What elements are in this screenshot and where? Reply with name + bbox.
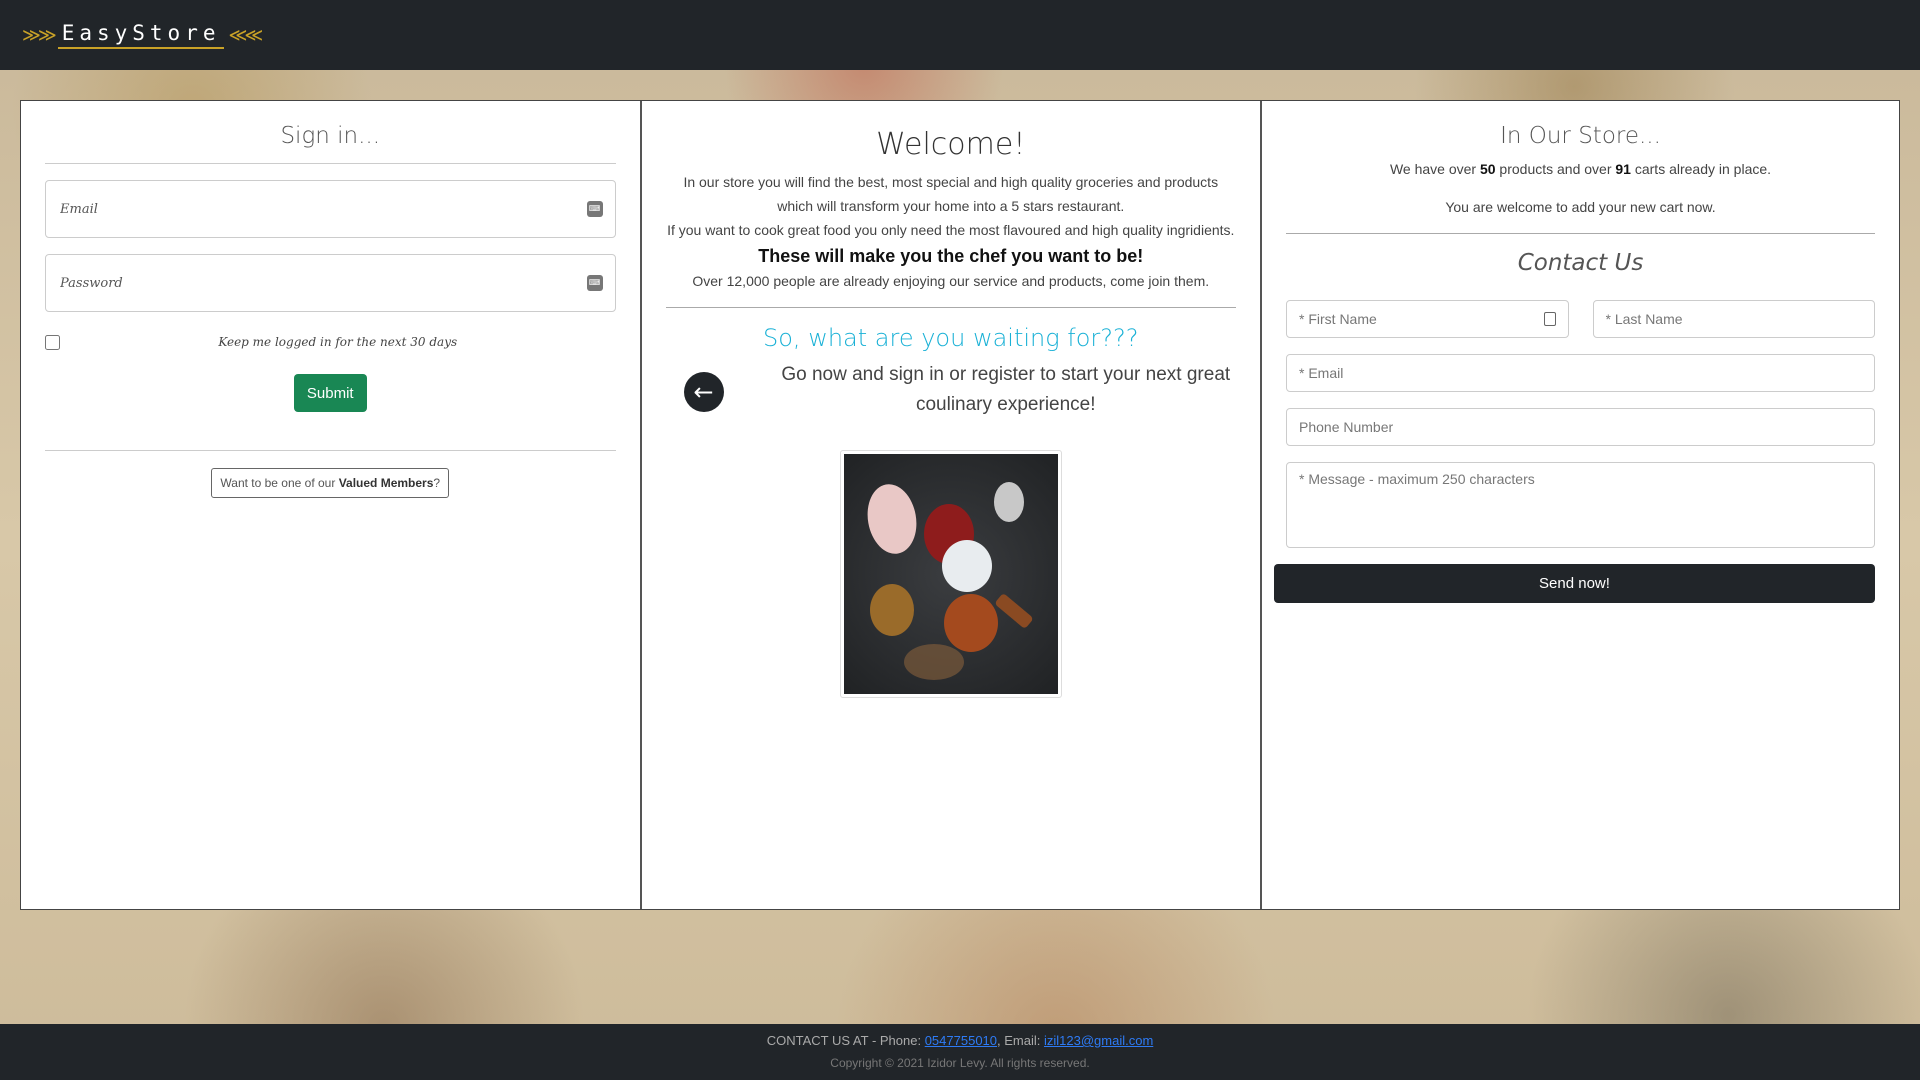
store-line-mid: products and over xyxy=(1495,161,1616,177)
message-textarea[interactable] xyxy=(1299,471,1862,541)
contact-email-field xyxy=(1286,354,1875,392)
spices-image-frame xyxy=(839,450,1062,698)
welcome-column: Welcome! In our store you will find the … xyxy=(642,101,1262,909)
divider xyxy=(665,307,1236,308)
first-name-field xyxy=(1286,300,1569,338)
send-button[interactable]: Send now! xyxy=(1274,564,1875,603)
signin-column: Sign in... ⌨ ⌨ Keep me logged in for the… xyxy=(21,101,642,909)
keyboard-icon: ⌨ xyxy=(586,275,603,291)
footer-copyright: Copyright © 2021 Izidor Levy. All rights… xyxy=(830,1056,1090,1070)
welcome-text-1: In our store you will find the best, mos… xyxy=(666,170,1237,242)
phone-field xyxy=(1286,408,1875,446)
password-field: ⌨ xyxy=(45,254,616,312)
register-button[interactable]: Want to be one of our Valued Members? xyxy=(211,468,450,498)
wheat-left-icon: ≫≫ xyxy=(22,24,57,46)
person-icon xyxy=(1543,312,1556,326)
welcome-text-3: Over 12,000 people are already enjoying … xyxy=(692,273,1210,289)
contact-email-input[interactable] xyxy=(1299,365,1862,381)
store-line-prefix: We have over xyxy=(1389,161,1480,177)
last-name-input[interactable] xyxy=(1605,311,1862,327)
go-row: ← Go now and sign in or register to star… xyxy=(666,360,1237,430)
store-column: In Our Store... We have over 50 products… xyxy=(1262,101,1899,909)
footer: CONTACT US AT - Phone: 0547755010, Email… xyxy=(0,1024,1920,1080)
password-input[interactable] xyxy=(60,275,601,291)
go-text: Go now and sign in or register to start … xyxy=(781,364,1231,415)
email-input[interactable] xyxy=(60,201,601,217)
cart-count: 91 xyxy=(1615,161,1631,177)
waiting-heading: So, what are you waiting for??? xyxy=(763,324,1139,352)
phone-input[interactable] xyxy=(1299,419,1862,435)
footer-contact: CONTACT US AT - Phone: 0547755010, Email… xyxy=(0,1033,1920,1048)
arrow-left-icon[interactable]: ← xyxy=(683,372,724,412)
register-suffix: ? xyxy=(433,476,441,490)
brand-logo[interactable]: ≫≫ EasyStore ≪≪ xyxy=(22,21,263,49)
last-name-field xyxy=(1592,300,1875,338)
footer-email-prefix: , Email: xyxy=(997,1033,1044,1048)
divider xyxy=(45,450,616,451)
submit-button[interactable]: Submit xyxy=(293,374,367,412)
contact-title: Contact Us xyxy=(1517,250,1644,276)
keyboard-icon: ⌨ xyxy=(586,201,603,217)
welcome-line-2: If you want to cook great food you only … xyxy=(667,222,1235,238)
signin-title: Sign in... xyxy=(45,123,616,164)
store-line-suffix: carts already in place. xyxy=(1630,161,1772,177)
brand-name: EasyStore xyxy=(57,21,225,49)
welcome-line-1: In our store you will find the best, mos… xyxy=(683,174,1219,214)
navbar: ≫≫ EasyStore ≪≪ xyxy=(0,0,1920,70)
register-prefix: Want to be one of our xyxy=(220,476,339,490)
store-title: In Our Store... xyxy=(1500,123,1661,149)
footer-prefix: CONTACT US AT - Phone: xyxy=(766,1033,925,1048)
wheat-right-icon: ≪≪ xyxy=(228,24,263,46)
spices-image xyxy=(843,454,1058,694)
footer-email-link[interactable]: izil123@gmail.com xyxy=(1044,1033,1153,1048)
remember-me-row: Keep me logged in for the next 30 days xyxy=(45,332,616,352)
main-panel: Sign in... ⌨ ⌨ Keep me logged in for the… xyxy=(20,100,1900,910)
store-invite: You are welcome to add your new cart now… xyxy=(1445,199,1716,215)
remember-me-label: Keep me logged in for the next 30 days xyxy=(218,335,458,349)
name-row xyxy=(1286,300,1875,338)
first-name-input[interactable] xyxy=(1299,311,1556,327)
footer-phone-link[interactable]: 0547755010 xyxy=(925,1033,997,1048)
product-count: 50 xyxy=(1479,161,1496,177)
store-stats: We have over 50 products and over 91 car… xyxy=(1286,161,1875,177)
divider xyxy=(1286,233,1875,234)
welcome-strong: These will make you the chef you want to… xyxy=(758,246,1144,266)
remember-me-checkbox[interactable] xyxy=(45,334,60,350)
email-field: ⌨ xyxy=(45,180,616,238)
welcome-title: Welcome! xyxy=(876,127,1026,162)
register-link-text: Valued Members xyxy=(338,476,434,490)
message-field xyxy=(1286,462,1875,548)
